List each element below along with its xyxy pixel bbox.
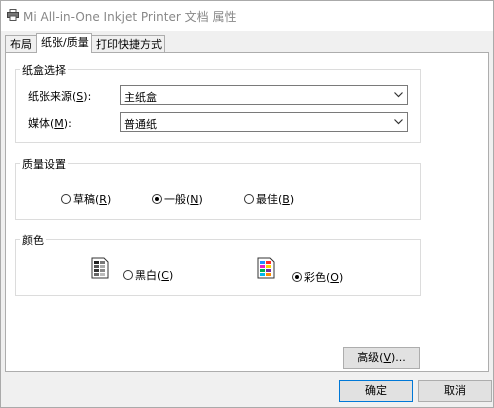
quality-settings-title: 质量设置: [20, 156, 68, 172]
media-select[interactable]: 普通纸: [120, 112, 408, 132]
paper-source-select[interactable]: 主纸盒: [120, 85, 408, 105]
title-bar: Mi All-in-One Inkjet Printer 文档 属性: [1, 1, 493, 31]
cancel-button[interactable]: 取消: [418, 380, 492, 402]
printer-properties-dialog: Mi All-in-One Inkjet Printer 文档 属性 布局 纸张…: [0, 0, 494, 408]
grayscale-document-icon: [91, 257, 109, 279]
paper-source-label: 纸张来源(S):: [28, 90, 92, 103]
tab-paper-quality-label: 纸张/质量: [41, 36, 89, 49]
quality-normal-radio[interactable]: 一般(N): [152, 191, 203, 207]
ok-button-label: 确定: [365, 384, 387, 397]
chevron-down-icon: [394, 92, 403, 98]
radio-circle: [123, 270, 133, 280]
media-value: 普通纸: [124, 118, 157, 131]
color-grayscale-radio[interactable]: 黑白(C): [123, 267, 173, 283]
tab-layout[interactable]: 布局: [5, 35, 38, 52]
chevron-down-icon: [394, 119, 403, 125]
color-color-radio[interactable]: 彩色(O): [292, 269, 343, 285]
ok-button[interactable]: 确定: [339, 380, 413, 402]
window-title: Mi All-in-One Inkjet Printer 文档 属性: [23, 10, 237, 24]
media-label: 媒体(M):: [28, 117, 72, 130]
tray-selection-group: 纸盒选择 纸张来源(S): 主纸盒 媒体(M): 普通纸: [15, 62, 421, 143]
radio-circle: [244, 194, 254, 204]
radio-circle: [61, 194, 71, 204]
tray-selection-title: 纸盒选择: [20, 62, 68, 78]
advanced-button[interactable]: 高级(V)...: [343, 347, 420, 369]
quality-draft-radio[interactable]: 草稿(R): [61, 191, 111, 207]
color-document-icon: [257, 257, 275, 279]
radio-circle: [292, 272, 302, 282]
quality-settings-group: 质量设置 草稿(R) 一般(N) 最佳(B): [15, 156, 421, 220]
tab-print-shortcuts-label: 打印快捷方式: [96, 38, 162, 51]
paper-quality-panel: 纸盒选择 纸张来源(S): 主纸盒 媒体(M): 普通纸 质量设置 草稿(R) …: [5, 52, 489, 372]
tab-print-shortcuts[interactable]: 打印快捷方式: [91, 35, 165, 52]
cancel-button-label: 取消: [444, 384, 466, 397]
color-title: 颜色: [20, 232, 46, 248]
quality-best-radio[interactable]: 最佳(B): [244, 191, 294, 207]
radio-circle: [152, 194, 162, 204]
tab-paper-quality[interactable]: 纸张/质量: [36, 33, 92, 53]
color-group: 颜色 黑白(C) 彩色(O): [15, 232, 421, 296]
paper-source-value: 主纸盒: [124, 91, 157, 104]
printer-icon: [7, 9, 19, 21]
tab-layout-label: 布局: [10, 38, 32, 51]
